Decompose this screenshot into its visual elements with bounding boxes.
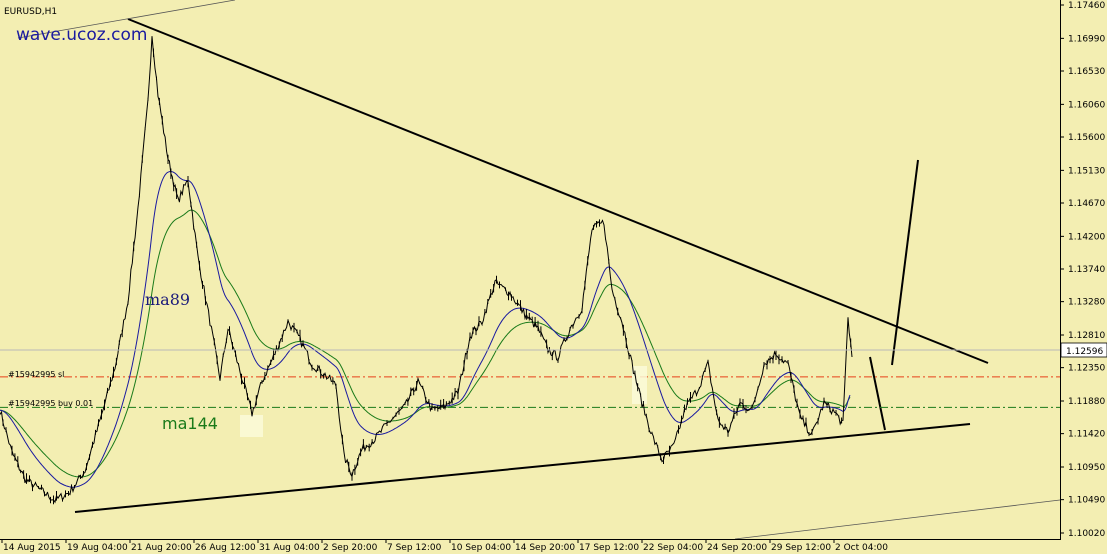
y-axis: 1.17460 1.16990 1.16530 1.16060 1.15600 1.151… [1060,1,1105,539]
x-tick-label: 29 Sep 12:00 [771,543,831,553]
y-tick-label: 1.13740 [1068,265,1105,275]
ma89-label: ma89 [145,290,190,309]
x-tick-label: 22 Sep 04:00 [643,543,703,553]
watermark-text: wave.ucoz.com [16,25,147,45]
y-tick-label: 1.10950 [1068,463,1105,473]
chart-title: EURUSD,H1 [4,7,57,17]
y-tick-label: 1.10490 [1068,496,1105,506]
x-tick-label: 31 Aug 04:00 [259,543,320,553]
x-tick-label: 2 Oct 04:00 [835,543,888,553]
y-tick-label: 1.12350 [1068,364,1105,374]
x-tick-label: 14 Aug 2015 [3,543,61,553]
highlight-box-1 [240,415,263,437]
x-axis: 14 Aug 2015 19 Aug 04:00 21 Aug 20:00 26 Au… [1,539,888,553]
x-tick-label: 14 Sep 20:00 [515,543,575,553]
y-tick-label: 1.10020 [1068,529,1105,539]
x-tick-label: 17 Sep 12:00 [579,543,639,553]
y-tick-label: 1.15130 [1068,166,1105,176]
y-tick-label: 1.14670 [1068,199,1105,209]
y-tick-label: 1.16060 [1068,100,1105,110]
x-tick-label: 24 Sep 20:00 [707,543,767,553]
buy-level-label: #15942995 buy 0.01 [8,399,93,408]
y-tick-label: 1.16530 [1068,67,1105,77]
x-tick-label: 10 Sep 04:00 [451,543,511,553]
y-tick-label: 1.15600 [1068,133,1105,143]
y-tick-label: 1.11880 [1068,397,1105,407]
current-price-badge: 1.12596 [1060,342,1107,358]
y-tick-label: 1.13280 [1068,298,1105,308]
price-chart[interactable]: EURUSD,H1 wave.ucoz.com ma89 ma144 #1594… [0,0,1107,554]
current-price-value: 1.12596 [1066,347,1103,357]
x-tick-label: 7 Sep 12:00 [387,543,442,553]
y-tick-label: 1.16990 [1068,34,1105,44]
plot-area [0,0,1060,539]
highlight-box-2 [632,366,647,404]
x-tick-label: 19 Aug 04:00 [67,543,128,553]
y-tick-label: 1.14200 [1068,232,1105,242]
y-tick-label: 1.12810 [1068,331,1105,341]
ma144-label: ma144 [162,414,218,433]
y-tick-label: 1.17460 [1068,1,1105,11]
y-tick-label: 1.11420 [1068,430,1105,440]
sl-level-label: #15942995 sl [8,370,64,379]
x-tick-label: 21 Aug 20:00 [131,543,192,553]
x-tick-label: 26 Aug 12:00 [195,543,256,553]
x-tick-label: 2 Sep 20:00 [323,543,378,553]
